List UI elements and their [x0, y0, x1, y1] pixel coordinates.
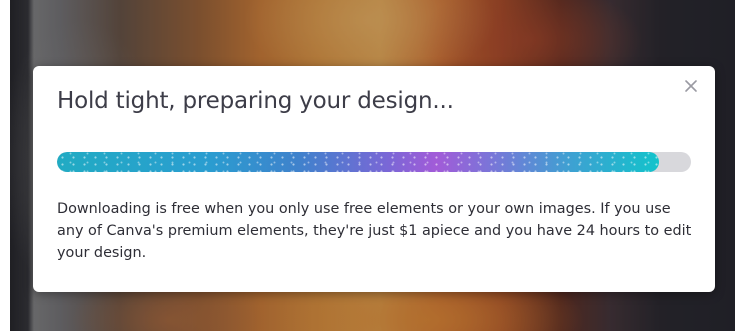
close-icon: [685, 80, 697, 92]
progress-fill: [57, 152, 660, 172]
close-button[interactable]: [681, 76, 701, 96]
dialog-title: Hold tight, preparing your design...: [57, 88, 454, 114]
progress-bar: [57, 152, 691, 172]
download-dialog: Hold tight, preparing your design... Dow…: [33, 66, 715, 292]
dialog-description: Downloading is free when you only use fr…: [57, 201, 692, 261]
